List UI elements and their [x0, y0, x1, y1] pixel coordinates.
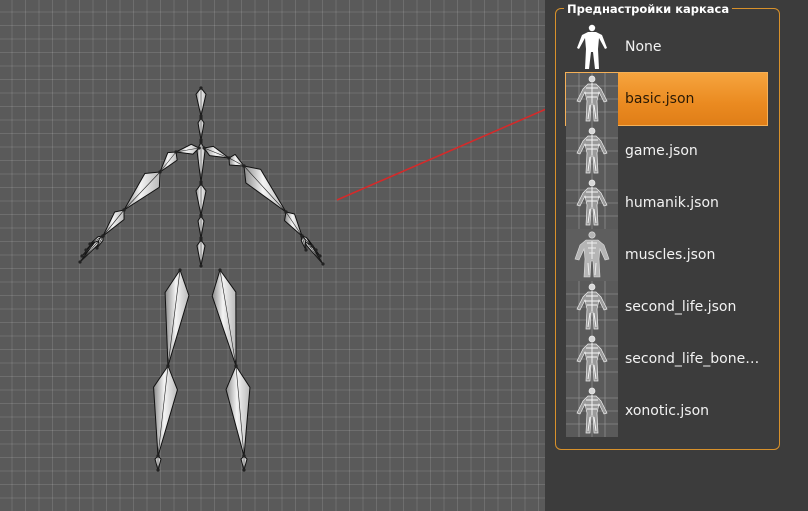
muscle-thumbnail [566, 229, 618, 281]
preset-label: second_life.json [625, 299, 737, 315]
joint[interactable] [199, 264, 203, 268]
joint[interactable] [199, 238, 203, 242]
joint[interactable] [314, 248, 318, 252]
joint[interactable] [156, 454, 160, 458]
preset-game[interactable]: game.json [566, 125, 767, 177]
human-silhouette-icon [566, 21, 618, 73]
preset-label: muscles.json [625, 247, 716, 263]
joint[interactable] [199, 86, 203, 90]
joint[interactable] [242, 454, 246, 458]
bone[interactable] [225, 365, 251, 457]
skeleton-presets-panel: Преднастройки каркаса None basic.json ga… [545, 0, 808, 511]
preset-label: game.json [625, 143, 698, 159]
joint[interactable] [242, 164, 246, 168]
joint[interactable] [178, 268, 182, 272]
joint[interactable] [122, 208, 126, 212]
skeleton-thumbnail [566, 385, 618, 437]
joint[interactable] [202, 146, 206, 150]
joint[interactable] [197, 146, 201, 150]
bone[interactable] [164, 269, 190, 367]
preset-second-life-bones[interactable]: second_life_bones.j... [566, 333, 767, 385]
preset-none[interactable]: None [566, 21, 767, 73]
skeleton-thumbnail [566, 281, 618, 333]
preset-label: None [625, 39, 662, 55]
panel-title: Преднастройки каркаса [564, 3, 733, 15]
joint[interactable] [300, 234, 304, 238]
skeleton-rig[interactable] [0, 0, 545, 511]
preset-humanik[interactable]: humanik.json [566, 177, 767, 229]
bone[interactable] [211, 269, 237, 367]
joint[interactable] [166, 364, 170, 368]
joint[interactable] [101, 234, 105, 238]
joint[interactable] [199, 182, 203, 186]
preset-label: humanik.json [625, 195, 719, 211]
joint[interactable] [78, 260, 82, 264]
joint[interactable] [199, 116, 203, 120]
skeleton-thumbnail [566, 73, 618, 125]
joint[interactable] [158, 170, 162, 174]
joint[interactable] [242, 468, 246, 472]
joint[interactable] [218, 268, 222, 272]
joint[interactable] [234, 364, 238, 368]
joint[interactable] [318, 254, 322, 258]
preset-groupbox: Преднастройки каркаса None basic.json ga… [555, 3, 780, 450]
preset-second-life[interactable]: second_life.json [566, 281, 767, 333]
bone[interactable] [175, 143, 200, 155]
preset-basic[interactable]: basic.json [565, 72, 768, 126]
skeleton-thumbnail [566, 333, 618, 385]
preset-xonotic[interactable]: xonotic.json [566, 385, 767, 437]
skeleton-thumbnail [566, 125, 618, 177]
annotation-arrow [336, 108, 545, 201]
joint[interactable] [156, 468, 160, 472]
preset-muscles[interactable]: muscles.json [566, 229, 767, 281]
joint[interactable] [88, 242, 92, 246]
joint[interactable] [227, 156, 231, 160]
joint[interactable] [199, 140, 203, 144]
joint[interactable] [80, 254, 84, 258]
joint[interactable] [95, 246, 99, 250]
preset-label: basic.json [625, 91, 695, 107]
joint[interactable] [84, 248, 88, 252]
joint[interactable] [199, 214, 203, 218]
joint[interactable] [284, 210, 288, 214]
preset-label: xonotic.json [625, 403, 710, 419]
bone[interactable] [228, 153, 245, 167]
joint[interactable] [174, 150, 178, 154]
bone[interactable] [153, 365, 178, 457]
3d-viewport[interactable] [0, 0, 545, 511]
joint[interactable] [304, 248, 308, 252]
bone-axis [243, 165, 287, 213]
joint[interactable] [321, 262, 325, 266]
skeleton-thumbnail [566, 177, 618, 229]
joint[interactable] [310, 244, 314, 248]
preset-label: second_life_bones.j... [625, 351, 765, 367]
